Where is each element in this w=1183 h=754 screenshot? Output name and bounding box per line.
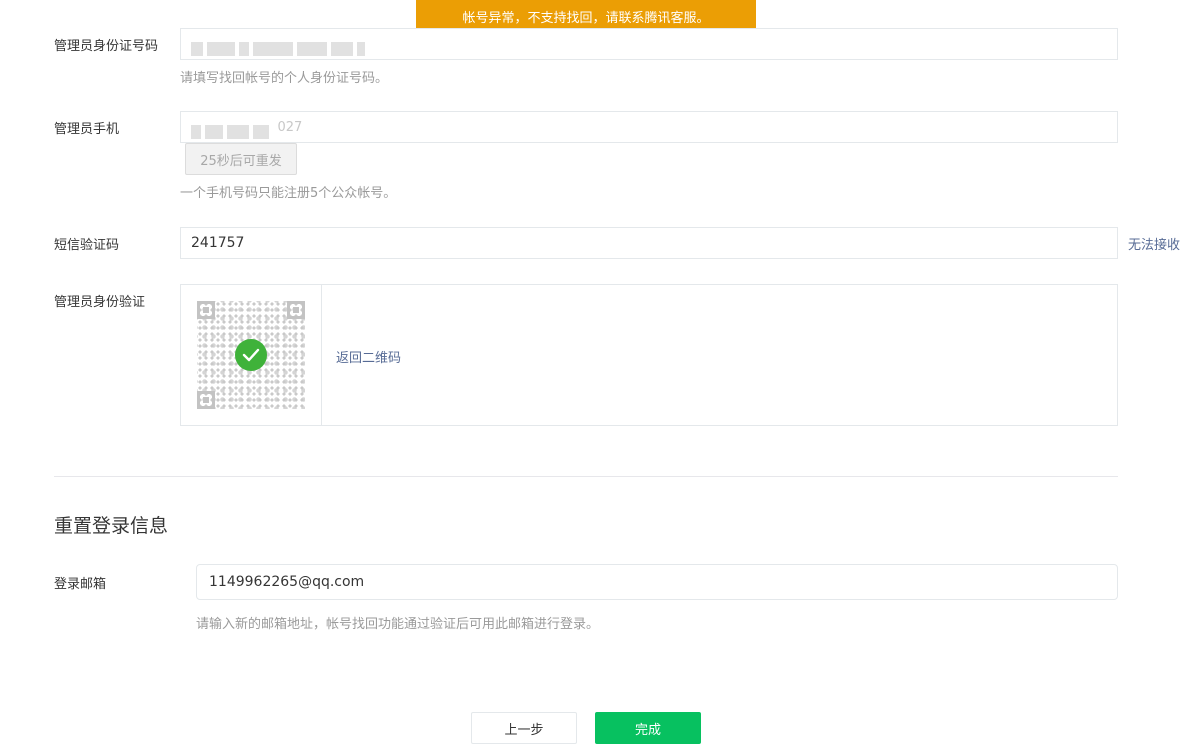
identity-verify-label: 管理员身份验证 xyxy=(54,295,146,310)
back-to-qr-link[interactable]: 返回二维码 xyxy=(336,347,401,366)
identity-verify-box: 返回二维码 xyxy=(180,284,1118,426)
phone-visible-suffix: 027 xyxy=(277,120,303,135)
prev-step-button[interactable]: 上一步 xyxy=(471,712,577,744)
done-button[interactable]: 完成 xyxy=(595,712,701,744)
login-email-label: 登录邮箱 xyxy=(54,577,107,592)
phone-tip: 一个手机号码只能注册5个公众帐号。 xyxy=(180,186,397,201)
login-email-input[interactable]: 1149962265@qq.com xyxy=(196,564,1118,600)
error-toast-text: 帐号异常，不支持找回，请联系腾讯客服。 xyxy=(462,10,710,26)
cannot-receive-link[interactable]: 无法接收 xyxy=(1128,234,1180,253)
id-card-tip: 请填写找回帐号的个人身份证号码。 xyxy=(180,71,389,86)
section-divider xyxy=(54,476,1118,477)
sms-code-input[interactable]: 241757 xyxy=(180,227,1118,259)
id-card-input[interactable] xyxy=(180,28,1118,60)
phone-label: 管理员手机 xyxy=(54,122,120,137)
id-card-masked-value xyxy=(191,37,369,56)
phone-masked-value xyxy=(191,120,273,139)
id-card-label: 管理员身份证号码 xyxy=(54,39,159,54)
resend-code-button[interactable]: 25秒后可重发 xyxy=(185,143,297,175)
reset-section-title: 重置登录信息 xyxy=(54,515,169,537)
qr-code-cell xyxy=(181,285,322,425)
check-icon xyxy=(235,339,267,371)
sms-code-label: 短信验证码 xyxy=(54,238,120,253)
login-email-tip: 请输入新的邮箱地址，帐号找回功能通过验证后可用此邮箱进行登录。 xyxy=(196,617,600,632)
phone-input[interactable]: 027 xyxy=(180,111,1118,143)
